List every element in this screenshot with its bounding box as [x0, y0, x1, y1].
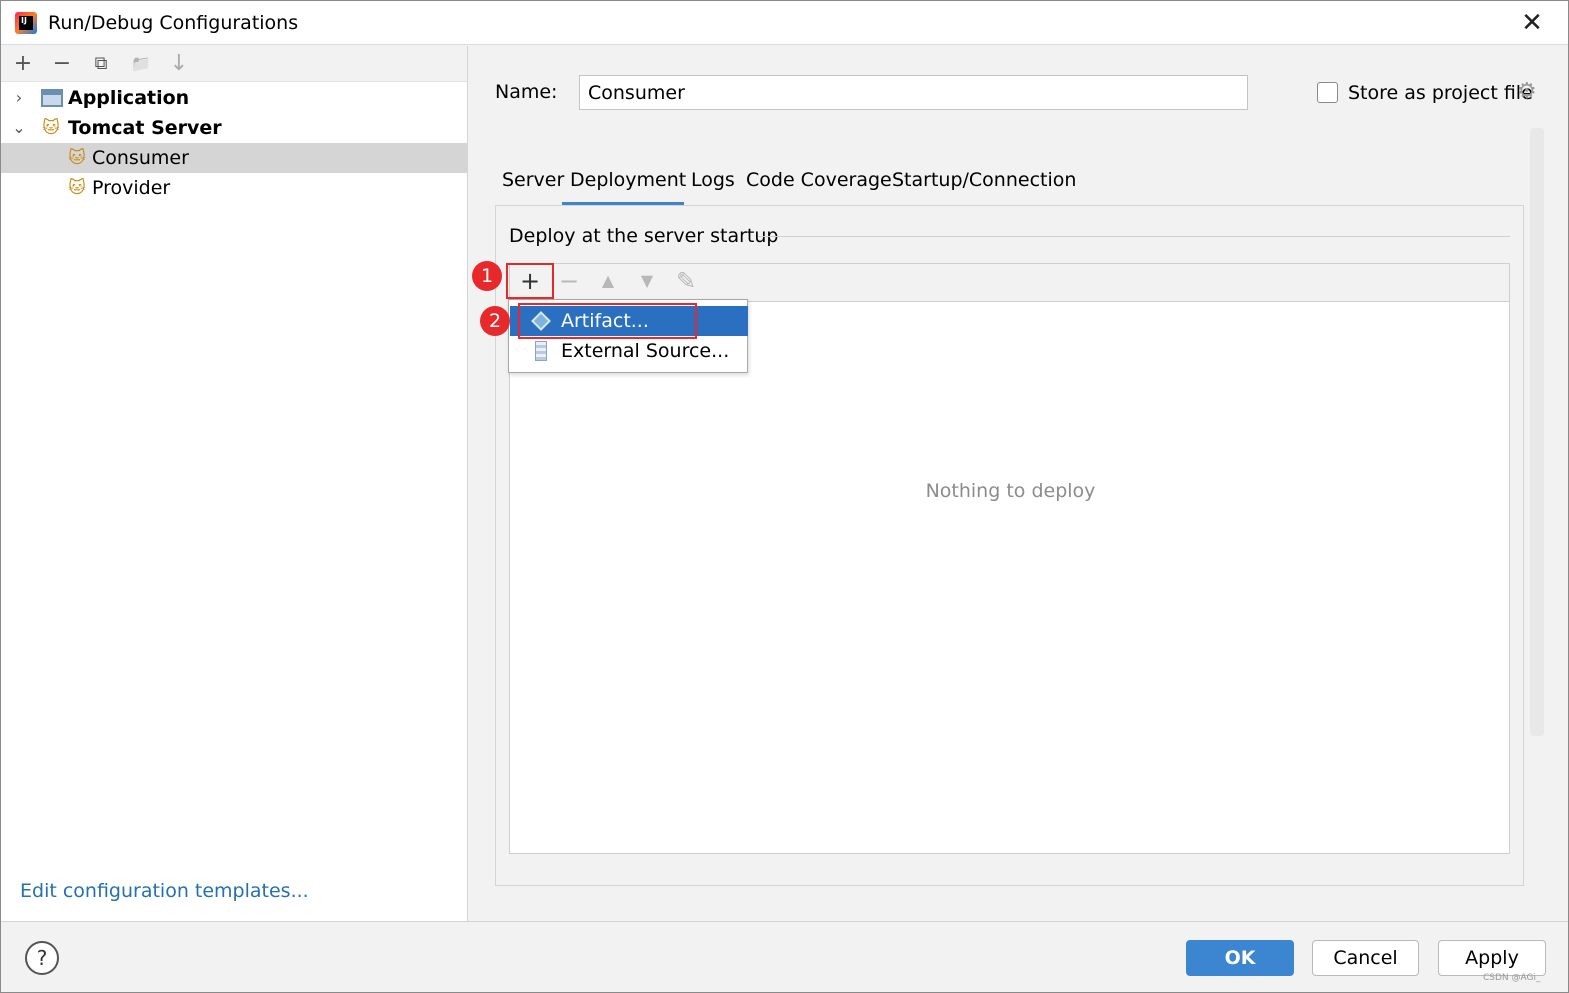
deployment-list[interactable]: Nothing to deploy — [509, 301, 1510, 854]
menu-item-label: External Source... — [561, 340, 730, 362]
tree-item-provider[interactable]: 🐱 Provider — [1, 173, 467, 203]
tree-item-application[interactable]: › Application — [1, 83, 467, 113]
tomcat-icon: 🐱 — [42, 118, 60, 138]
window-title: Run/Debug Configurations — [48, 12, 299, 34]
close-icon[interactable]: ✕ — [1519, 10, 1545, 36]
move-down-icon[interactable]: ▼ — [632, 266, 662, 296]
move-up-icon[interactable]: ▲ — [593, 266, 623, 296]
edit-configuration-templates-link[interactable]: Edit configuration templates... — [20, 880, 309, 902]
store-as-project-file-checkbox[interactable] — [1317, 82, 1338, 103]
deploy-section-title: Deploy at the server startup — [509, 225, 779, 247]
application-icon — [41, 89, 63, 107]
annotation-highlight-add — [506, 263, 554, 299]
section-divider — [758, 236, 1510, 237]
new-folder-icon[interactable]: 📁 — [129, 52, 153, 76]
name-label: Name: — [495, 81, 558, 103]
menu-item-external-source[interactable]: External Source... — [510, 336, 748, 366]
sort-icon[interactable]: ↓ — [167, 52, 191, 76]
copy-configuration-icon[interactable]: ⧉ — [89, 52, 113, 76]
remove-deployment-icon[interactable]: − — [554, 266, 584, 296]
tree-item-tomcat-server[interactable]: ⌄ 🐱 Tomcat Server — [1, 113, 467, 143]
tree-item-label: Tomcat Server — [68, 117, 222, 139]
gear-icon[interactable]: ⚙ — [1517, 80, 1537, 104]
chevron-down-icon[interactable]: ⌄ — [11, 113, 27, 143]
watermark: CSDN @AGi_ — [1483, 973, 1541, 983]
help-icon[interactable]: ? — [25, 941, 59, 975]
intellij-app-icon: IJ — [15, 12, 37, 34]
add-configuration-icon[interactable]: + — [11, 52, 35, 76]
tab-deployment[interactable]: Deployment — [570, 169, 686, 191]
chevron-right-icon[interactable]: › — [11, 83, 27, 113]
tomcat-icon: 🐱 — [68, 178, 86, 198]
annotation-badge-1: 1 — [472, 261, 502, 291]
tree-toolbar: + − ⧉ 📁 ↓ — [1, 46, 467, 82]
empty-state-text: Nothing to deploy — [925, 480, 1096, 502]
name-field[interactable] — [579, 75, 1248, 110]
tree-item-label: Provider — [92, 177, 171, 199]
annotation-badge-2: 2 — [480, 306, 510, 336]
edit-deployment-icon[interactable]: ✎ — [671, 266, 701, 296]
tab-code-coverage[interactable]: Code Coverage — [746, 169, 892, 191]
ok-button[interactable]: OK — [1186, 940, 1294, 976]
dialog-button-bar: ? OK Cancel Apply CSDN @AGi_ — [1, 921, 1568, 992]
configurations-tree-panel: + − ⧉ 📁 ↓ › Application ⌄ 🐱 Tomcat Serve… — [1, 46, 468, 921]
cancel-button[interactable]: Cancel — [1312, 940, 1419, 976]
tab-logs[interactable]: Logs — [691, 169, 735, 191]
tree-item-consumer[interactable]: 🐱 Consumer — [1, 143, 467, 173]
archive-icon — [535, 341, 547, 361]
annotation-highlight-artifact — [518, 303, 697, 339]
remove-configuration-icon[interactable]: − — [50, 52, 74, 76]
store-as-project-file-label[interactable]: Store as project file — [1348, 82, 1533, 104]
apply-button[interactable]: Apply — [1438, 940, 1546, 976]
tree-item-label: Application — [68, 87, 190, 109]
tab-server[interactable]: Server — [502, 169, 564, 191]
tomcat-icon: 🐱 — [68, 148, 86, 168]
title-bar: IJ Run/Debug Configurations ✕ — [1, 1, 1568, 45]
tree-item-label: Consumer — [92, 147, 189, 169]
tab-startup-connection[interactable]: Startup/Connection — [892, 169, 1076, 191]
run-debug-configurations-dialog: IJ Run/Debug Configurations ✕ + − ⧉ 📁 ↓ … — [0, 0, 1569, 993]
vertical-scrollbar[interactable] — [1530, 128, 1544, 736]
